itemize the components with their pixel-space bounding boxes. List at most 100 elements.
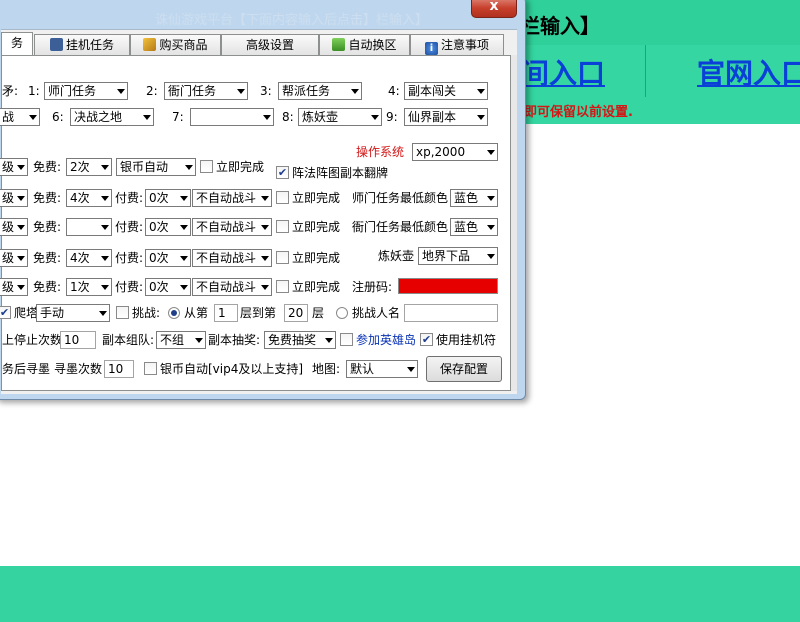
yamen-task-color-label: 衙门任务最低颜色: [352, 220, 449, 234]
paid-count-select-5[interactable]: 0次: [145, 278, 191, 296]
chevron-down-icon: [487, 196, 495, 201]
slot-7-label: 7:: [172, 110, 184, 124]
tab-auto-switch[interactable]: 自动换区: [319, 34, 410, 55]
find-count-input[interactable]: 10: [104, 360, 134, 378]
tab-idle-tasks[interactable]: 挂机任务: [34, 34, 130, 55]
instant-complete-checkbox-5[interactable]: [276, 280, 289, 293]
map-select[interactable]: 默认: [346, 360, 418, 378]
chevron-down-icon: [195, 338, 203, 343]
chevron-down-icon: [101, 256, 109, 261]
stop-count-input[interactable]: 10: [60, 331, 96, 349]
talisman-checkbox[interactable]: ✔: [420, 333, 433, 346]
slot-4-select[interactable]: 副本闯关: [404, 82, 488, 100]
level-select-5[interactable]: 级: [0, 278, 28, 296]
save-config-button[interactable]: 保存配置: [426, 356, 502, 382]
currency-select[interactable]: 银币自动: [116, 158, 196, 176]
slot-8-select[interactable]: 炼妖壶: [298, 108, 382, 126]
tab-buy-items[interactable]: 购买商品: [130, 34, 221, 55]
to-floor-label: 层到第: [240, 306, 277, 320]
paid-count-select-2[interactable]: 0次: [145, 189, 191, 207]
box-icon: [143, 38, 157, 51]
challenge-name-input[interactable]: [404, 304, 498, 322]
free-count-select-3[interactable]: [66, 218, 112, 236]
from-floor-radio[interactable]: [168, 307, 180, 319]
slot-1-select[interactable]: 师门任务: [44, 82, 128, 100]
challenge-name-label: 挑战人名: [352, 306, 401, 320]
fight-mode-select-2[interactable]: 不自动战斗: [192, 189, 272, 207]
chevron-down-icon: [261, 196, 269, 201]
team-select[interactable]: 不组: [156, 331, 206, 349]
challenge-checkbox[interactable]: [116, 306, 129, 319]
chevron-down-icon: [17, 256, 25, 261]
slot-6-select[interactable]: 决战之地: [70, 108, 154, 126]
free-count-select-5[interactable]: 1次: [66, 278, 112, 296]
registration-code-field[interactable]: [398, 278, 498, 294]
os-label: 操作系统: [356, 145, 405, 159]
page-footer-bar: [0, 566, 800, 622]
instant-complete-checkbox-4[interactable]: [276, 251, 289, 264]
demon-pot-label: 炼妖壶: [378, 249, 415, 263]
chevron-down-icon: [371, 115, 379, 120]
challenge-name-radio[interactable]: [336, 307, 348, 319]
slot-7-select[interactable]: [190, 108, 274, 126]
free-count-select-4[interactable]: 4次: [66, 249, 112, 267]
window-title: 诛仙游戏平台【下面内容输入后点击】栏输入】: [155, 13, 429, 27]
instant-complete-checkbox-2[interactable]: [276, 191, 289, 204]
yamen-task-color-select[interactable]: 蓝色: [450, 218, 498, 236]
to-floor-input[interactable]: 20: [284, 304, 308, 322]
free-count-select-2[interactable]: 4次: [66, 189, 112, 207]
challenge-label: 挑战:: [132, 306, 161, 320]
fight-mode-select-4[interactable]: 不自动战斗: [192, 249, 272, 267]
close-button[interactable]: x: [471, 0, 517, 18]
fight-mode-select-3[interactable]: 不自动战斗: [192, 218, 272, 236]
flip-card-checkbox[interactable]: ✔: [276, 166, 289, 179]
slot-2-label: 2:: [146, 84, 158, 98]
arrow-icon: [332, 38, 346, 51]
draw-select[interactable]: 免费抽奖: [264, 331, 336, 349]
slot-2-select[interactable]: 衙门任务: [164, 82, 248, 100]
chevron-down-icon: [325, 338, 333, 343]
tab-panel: 矛: 1: 师门任务 2: 衙门任务 3: 帮派任务 4: 副本闯关 战 6: …: [0, 55, 511, 391]
tower-mode-select[interactable]: 手动: [36, 304, 110, 322]
chevron-down-icon: [185, 165, 193, 170]
paid-label-2: 付费:: [115, 191, 144, 205]
nav-link-official-site[interactable]: 官网入口: [697, 52, 800, 92]
chevron-down-icon: [99, 311, 107, 316]
master-task-color-select[interactable]: 蓝色: [450, 189, 498, 207]
panel-scrollbar[interactable]: [511, 55, 517, 391]
slot-9-select[interactable]: 仙界副本: [404, 108, 488, 126]
slot-5-select[interactable]: 战: [0, 108, 40, 126]
paid-label-5: 付费:: [115, 280, 144, 294]
tower-checkbox[interactable]: ✔: [0, 306, 11, 319]
instant-complete-label-3: 立即完成: [292, 220, 341, 234]
chevron-down-icon: [17, 165, 25, 170]
tab-advanced[interactable]: 高级设置: [221, 34, 319, 55]
registration-code-label: 注册码:: [352, 280, 393, 294]
paid-count-select-3[interactable]: 0次: [145, 218, 191, 236]
free-count-select-1[interactable]: 2次: [66, 158, 112, 176]
chevron-down-icon: [477, 115, 485, 120]
slot-3-select[interactable]: 帮派任务: [278, 82, 362, 100]
fight-mode-select-5[interactable]: 不自动战斗: [192, 278, 272, 296]
level-select-2[interactable]: 级: [0, 189, 28, 207]
tab-strip: 务 挂机任务 购买商品 高级设置 自动换区 i 注意事项: [1, 32, 517, 57]
stop-count-label: 上停止次数:: [2, 333, 67, 347]
tab-notes[interactable]: i 注意事项: [410, 34, 504, 55]
hero-island-checkbox[interactable]: [340, 333, 353, 346]
level-select-3[interactable]: 级: [0, 218, 28, 236]
nav-link-entry[interactable]: 间入口: [521, 52, 605, 92]
tab-tasks[interactable]: 务: [1, 32, 33, 57]
free-label-2: 免费:: [33, 191, 62, 205]
paid-count-select-4[interactable]: 0次: [145, 249, 191, 267]
demon-pot-select[interactable]: 地界下品: [418, 247, 498, 265]
os-select[interactable]: xp,2000: [412, 143, 498, 161]
chevron-down-icon: [180, 196, 188, 201]
silver-auto-checkbox[interactable]: [144, 362, 157, 375]
level-select-1[interactable]: 级: [0, 158, 28, 176]
from-floor-input[interactable]: 1: [214, 304, 238, 322]
chevron-down-icon: [261, 256, 269, 261]
instant-complete-checkbox-3[interactable]: [276, 220, 289, 233]
level-select-4[interactable]: 级: [0, 249, 28, 267]
settings-window: 诛仙游戏平台【下面内容输入后点击】栏输入】 x 务 挂机任务 购买商品 高级设置…: [0, 0, 526, 400]
instant-complete-checkbox-1[interactable]: [200, 160, 213, 173]
